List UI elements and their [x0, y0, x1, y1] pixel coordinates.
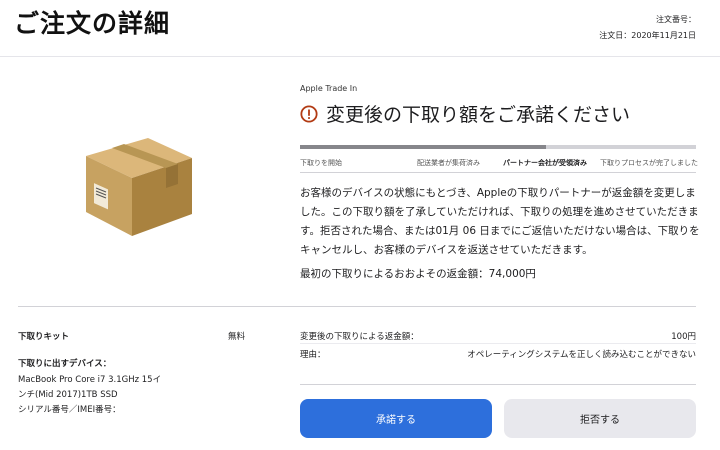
section-divider: [18, 306, 696, 307]
headline: 変更後の下取り額をご承諾ください: [300, 100, 630, 127]
reason-label: 理由：: [300, 350, 326, 360]
step-completed: 下取りプロセスが完了しました: [600, 159, 698, 167]
device-label: 下取りに出すデバイス：: [18, 359, 112, 369]
eyebrow-label: Apple Trade In: [300, 84, 358, 93]
accept-button[interactable]: 承諾する: [300, 399, 492, 438]
reason-value: オペレーティングシステムを正しく読み込むことができない: [467, 350, 696, 360]
page-title: ご注文の詳細: [14, 9, 171, 38]
exclamation-circle-icon: [300, 104, 318, 123]
order-number-label: 注文番号：: [656, 15, 696, 24]
package-box-icon: [86, 138, 192, 236]
headline-text: 変更後の下取り額をご承諾ください: [326, 104, 631, 126]
row-divider: [300, 343, 696, 344]
step-received: パートナー会社が受領済み: [503, 159, 587, 167]
new-amount-value: 100円: [671, 332, 696, 342]
kit-value: 無料: [228, 332, 246, 342]
original-estimate: 最初の下取りによるおおよその返金額：74,000円: [300, 268, 536, 280]
device-name-line: ンチ(Mid 2017)1TB SSD: [18, 390, 118, 400]
kit-label: 下取りキット: [18, 332, 70, 342]
device-name-line: MacBook Pro Core i7 3.1GHz 15イ: [18, 375, 162, 385]
decline-button[interactable]: 拒否する: [504, 399, 696, 438]
steps-divider: [300, 172, 696, 173]
new-amount-label: 変更後の下取りによる返金額：: [300, 332, 419, 342]
description-text: お客様のデバイスの状態にもとづき、Appleの下取りパートナーが返金額を変更しま…: [300, 187, 700, 256]
header-divider: [0, 56, 720, 57]
serial-number-label: シリアル番号／IMEI番号：: [18, 405, 121, 415]
actions-divider: [300, 384, 696, 385]
progress-fill: [300, 145, 546, 149]
order-meta: 注文番号： 注文日：2020年11月21日: [599, 12, 696, 44]
order-date: 注文日：2020年11月21日: [599, 31, 696, 40]
step-started: 下取りを開始: [300, 159, 342, 167]
step-picked-up: 配送業者が集荷済み: [417, 159, 480, 167]
progress-bar: [300, 145, 696, 149]
